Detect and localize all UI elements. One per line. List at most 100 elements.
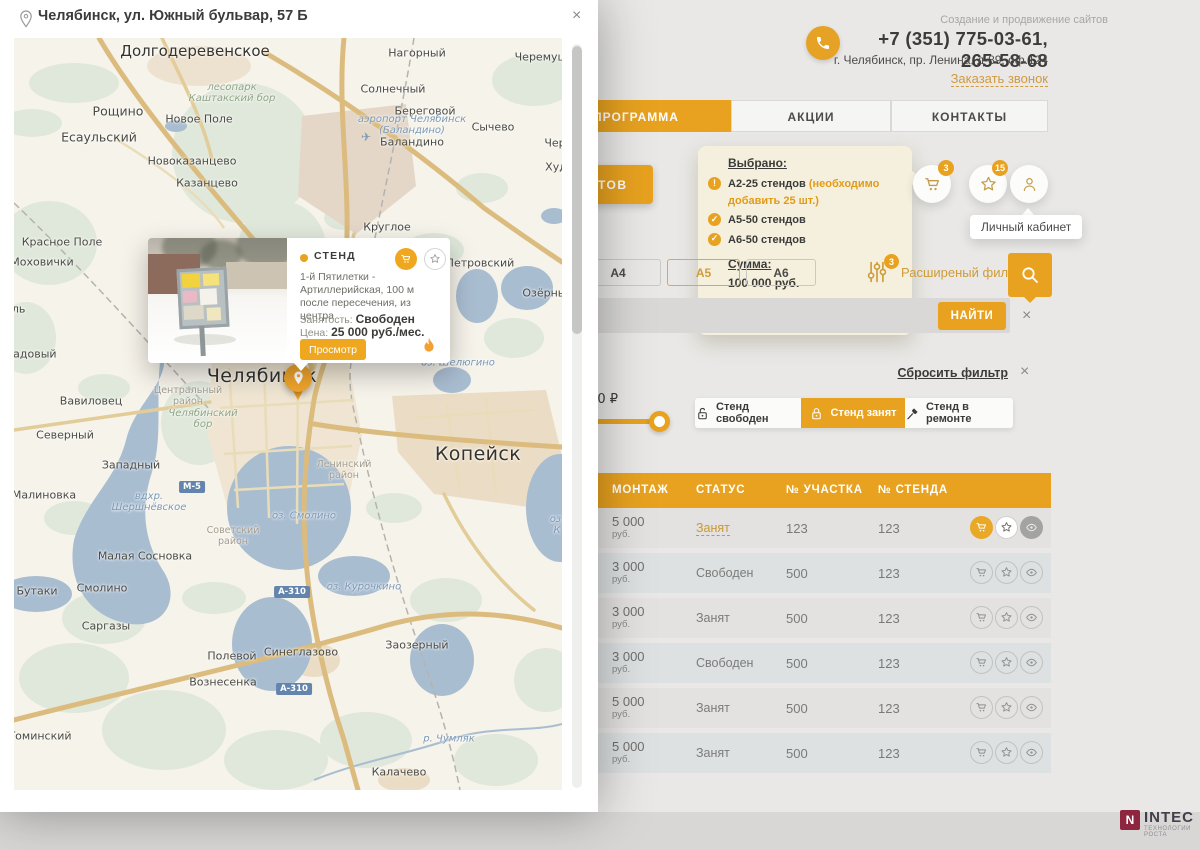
popup-cart-button[interactable] [395,248,417,270]
stand-board [176,267,229,330]
map-label: Вавиловец [60,395,122,408]
cell-status: Занят [696,701,730,715]
stand-popup: СТЕНД 1-й Пятилетки - Артиллерийская, 10… [148,238,450,363]
cell-stand-number: 123 [878,701,900,716]
location-pin-icon [18,9,34,34]
selected-item: !А2-25 стендов (необходимо добавить 25 ш… [728,176,900,209]
company-address: г. Челябинск, пр. Ленина, д-89, оф.124 [748,53,1048,67]
map-label: Синеглазово [264,646,338,659]
cell-stand-number: 123 [878,746,900,761]
cell-price: 5 000руб. [612,515,645,540]
cell-plot-number: 500 [786,656,808,671]
map-label: Рощино [93,104,144,119]
modal-scrollbar-thumb[interactable] [572,46,582,334]
map-label: Круглое [363,221,411,234]
intec-logo-icon[interactable]: N [1120,810,1140,830]
map-label: Казанцево [176,177,238,190]
row-star-icon[interactable] [995,561,1018,584]
row-cart-icon[interactable] [970,561,993,584]
check-icon: ✓ [708,233,721,246]
map-label: Солнечный [361,83,426,96]
cell-price: 3 000руб. [612,605,645,630]
map-label: Центральный район [154,385,222,407]
row-star-icon[interactable] [995,606,1018,629]
cell-status[interactable]: Занят [696,521,730,536]
row-cart-icon[interactable] [970,606,993,629]
popup-pointer [294,363,308,371]
cell-price: 5 000руб. [612,695,645,720]
row-cart-icon[interactable] [970,741,993,764]
status-filter-group: Стенд свободен Стенд занят Стенд в ремон… [695,398,1013,428]
account-button[interactable] [1010,165,1048,203]
intec-logo-text[interactable]: INTEC [1144,809,1194,826]
cart-badge: 3 [938,160,954,176]
close-modal-icon[interactable]: × [572,8,581,24]
map-label: ✈ [361,130,371,144]
row-actions [970,516,1043,539]
map-label: Черемушки [515,51,562,64]
row-eye-icon[interactable] [1020,696,1043,719]
row-star-icon[interactable] [995,741,1018,764]
account-tooltip-arrow [1022,208,1034,215]
col-plot: № УЧАСТКА [786,484,863,496]
cell-stand-number: 123 [878,611,900,626]
stand-type-dot [300,254,308,262]
map-label: А-310 [276,683,312,695]
reset-filter-link[interactable]: Сбросить фильтр [860,366,1008,380]
close-search-icon[interactable]: × [1022,308,1031,324]
popup-favorite-button[interactable] [424,248,446,270]
stand-occupancy: Занятость: Свободен [300,312,415,326]
search-button[interactable] [1008,253,1052,297]
map-label: оз. Смолино [272,511,336,522]
row-cart-icon[interactable] [970,696,993,719]
map-label: Красное Поле [22,236,103,249]
row-eye-icon[interactable] [1020,606,1043,629]
cell-stand-number: 123 [878,656,900,671]
find-button[interactable]: НАЙТИ [938,302,1006,330]
row-cart-icon[interactable] [970,516,993,539]
map-label: оз. К [550,514,562,536]
row-cart-icon[interactable] [970,651,993,674]
developer-label: Создание и продвижение сайтов [848,14,1108,26]
tab-akcii[interactable]: АКЦИИ [731,100,891,132]
row-star-icon[interactable] [995,696,1018,719]
row-actions [970,561,1043,584]
callback-link[interactable]: Заказать звонок [848,70,1048,88]
map-label: Худ [545,161,562,174]
row-star-icon[interactable] [995,651,1018,674]
map-label: оз. Курочкино [327,582,401,593]
map-label: Северный [36,429,94,442]
flame-icon [419,336,439,363]
map[interactable]: ДолгодеревенскоеНагорныйЧеремушкиСолнечн… [14,38,562,790]
size-chip-a6[interactable]: А6 [746,259,816,286]
stand-type-label: СТЕНД [314,250,356,262]
row-actions [970,696,1043,719]
tab-kontakty[interactable]: КОНТАКТЫ [891,100,1048,132]
col-montazh: МОНТАЖ [612,484,669,496]
row-star-icon[interactable] [995,516,1018,539]
status-free-button[interactable]: Стенд свободен [695,398,801,428]
row-eye-icon[interactable] [1020,561,1043,584]
map-label: Бутаки [17,585,58,598]
size-chip-a5[interactable]: А5 [667,259,740,286]
search-notch [1023,296,1037,303]
map-label: лесопарк Каштакский бор [189,82,276,104]
row-eye-icon[interactable] [1020,516,1043,539]
row-eye-icon[interactable] [1020,741,1043,764]
price-slider-handle[interactable] [649,411,670,432]
view-stand-button[interactable]: Просмотр [300,339,366,360]
map-label: Садовый [14,348,57,361]
map-label: Саргазы [82,620,130,633]
map-label: аэропорт Челябинск (Баландино) [358,114,466,136]
cell-plot-number: 500 [786,746,808,761]
screen: +7 (351) 775-03-61, 265-58-68 г. Челябин… [0,0,1200,850]
status-repair-button[interactable]: Стенд в ремонте [905,398,1013,428]
row-eye-icon[interactable] [1020,651,1043,674]
map-label: Смолино [77,582,128,595]
cell-price: 3 000руб. [612,650,645,675]
map-label: Баландино [380,136,444,149]
close-filter-icon[interactable]: × [1020,364,1029,380]
status-busy-button[interactable]: Стенд занят [801,398,905,428]
favorites-badge: 15 [992,160,1008,176]
cell-plot-number: 500 [786,611,808,626]
